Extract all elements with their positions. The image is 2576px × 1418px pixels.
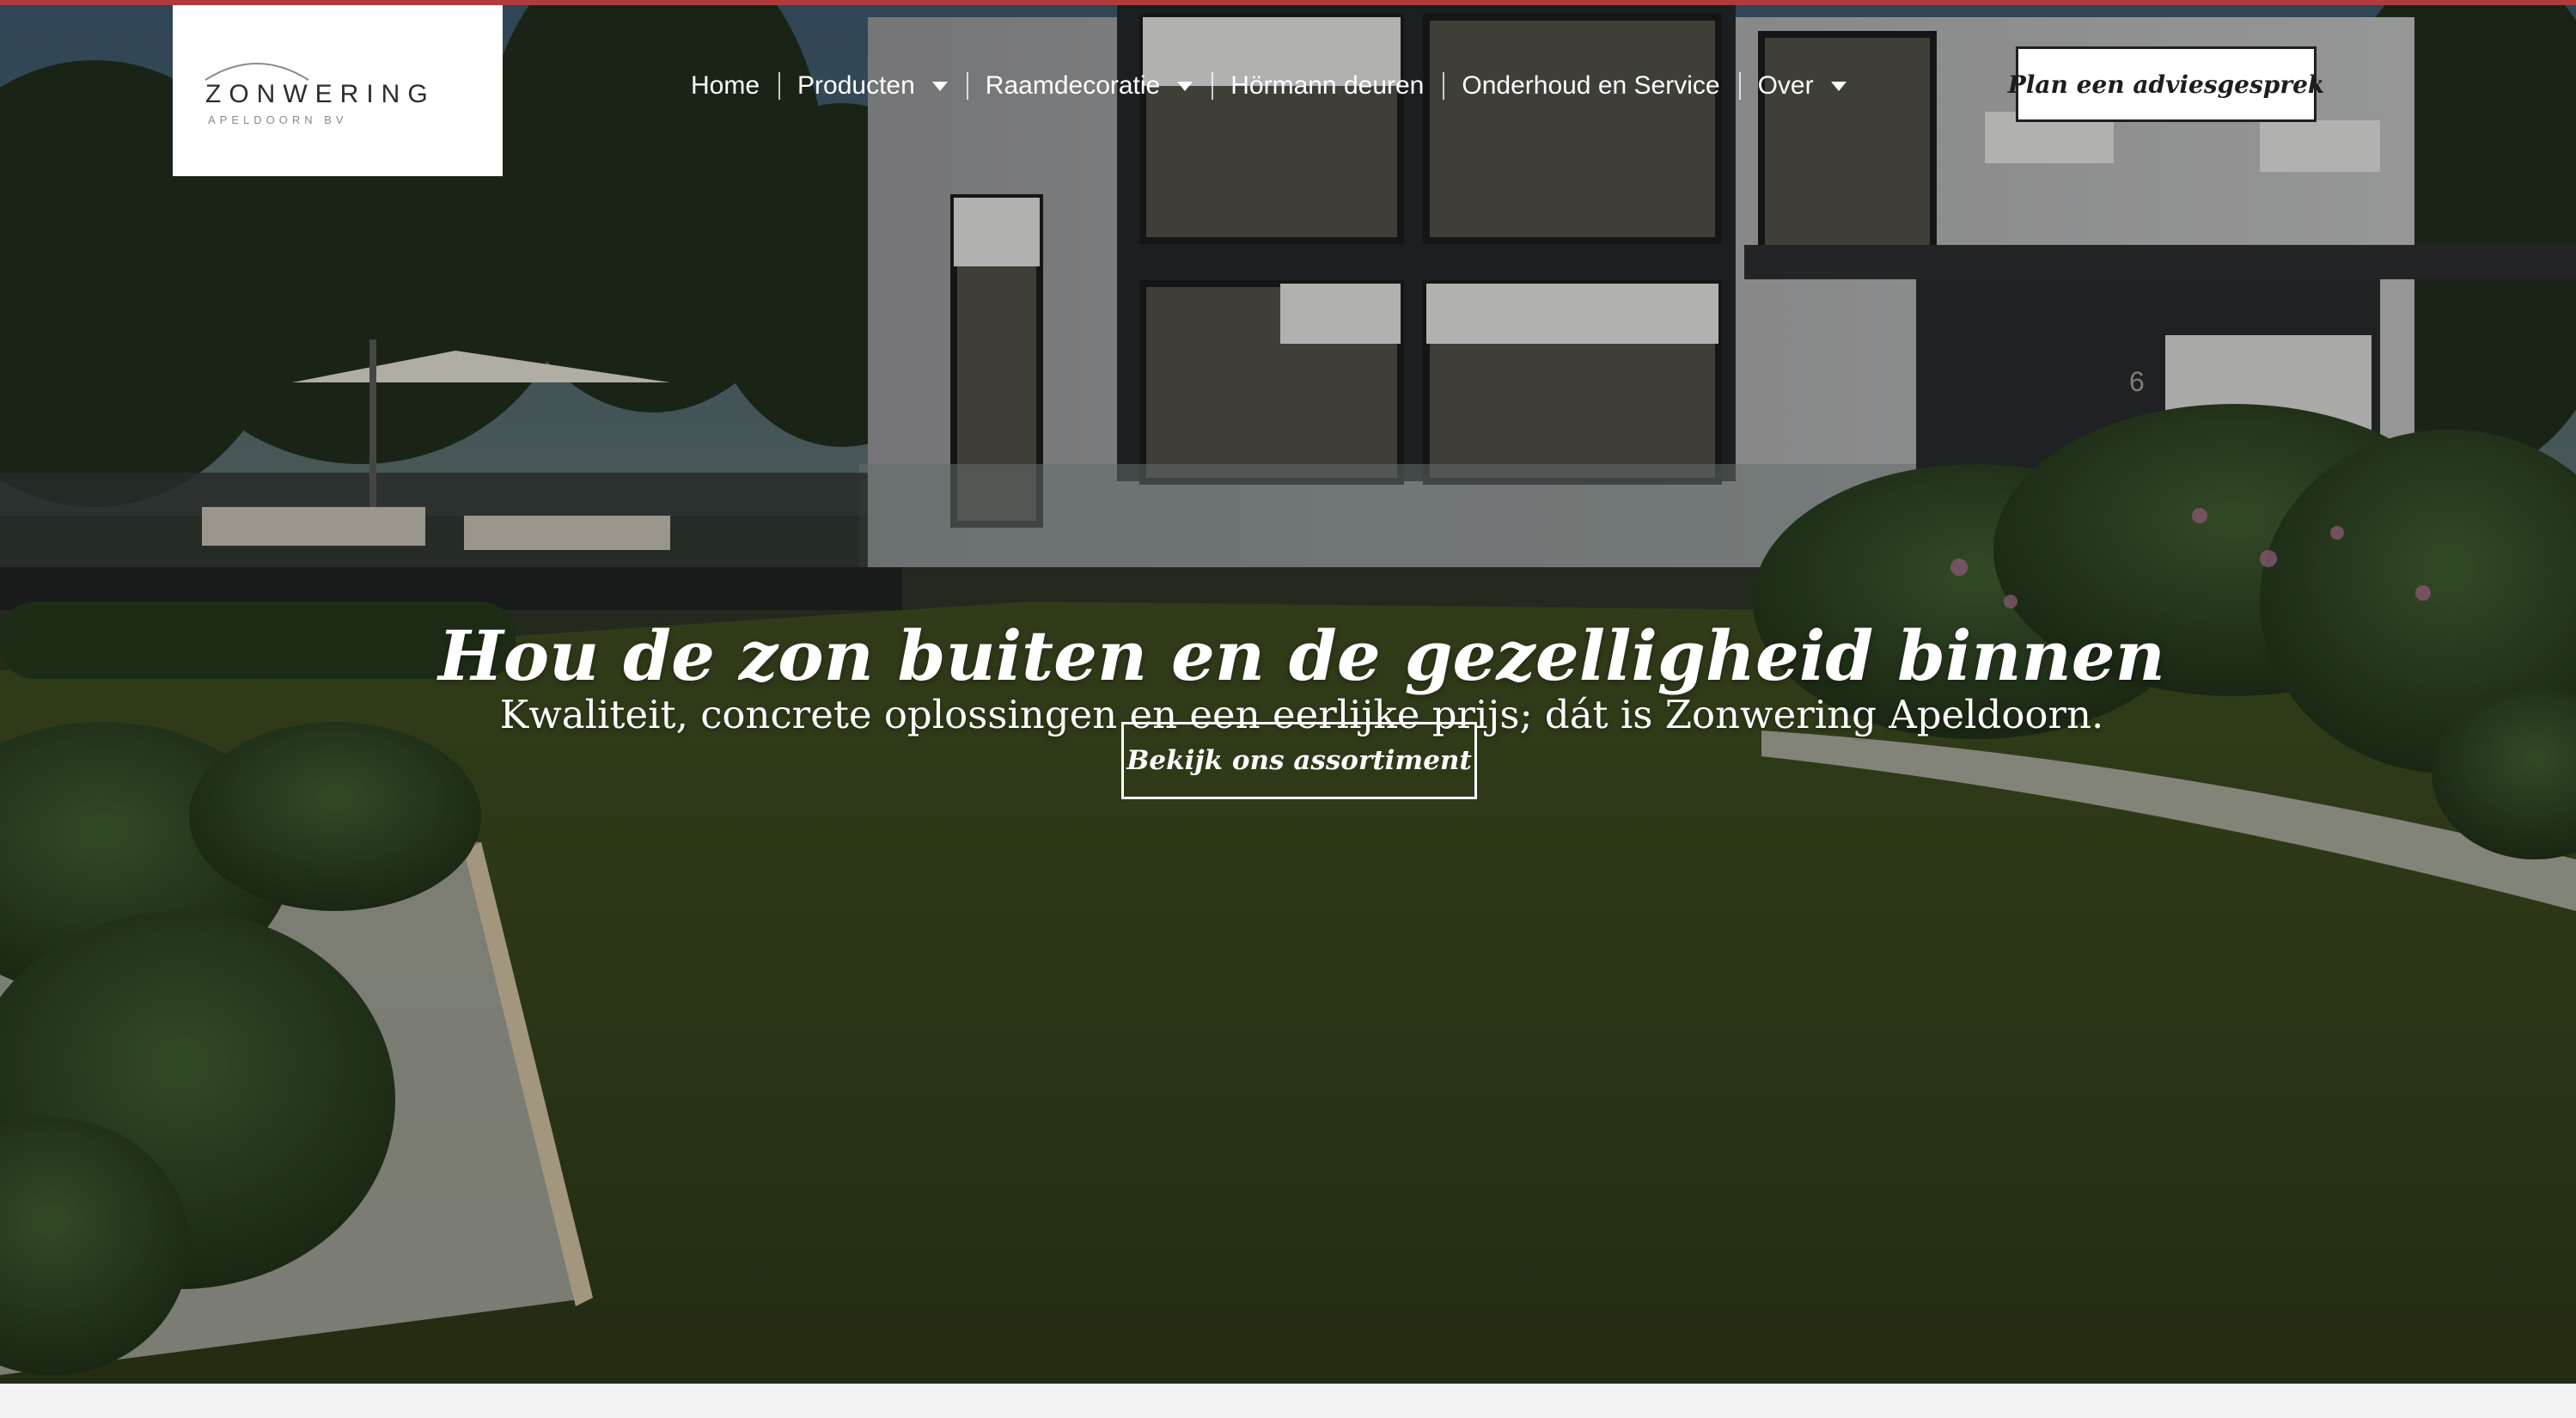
logo-arc-icon bbox=[204, 63, 309, 81]
nav-item-label: Hörmann deuren bbox=[1230, 71, 1425, 100]
nav-item-label: Producten bbox=[797, 71, 915, 100]
nav-item-label: Raamdecoratie bbox=[985, 71, 1161, 100]
chevron-down-icon bbox=[1177, 81, 1193, 91]
nav-item-label: Onderhoud en Service bbox=[1462, 71, 1720, 100]
nav-item-over[interactable]: Over bbox=[1738, 64, 1865, 108]
main-navigation: Home Producten Raamdecoratie Hörmann deu… bbox=[687, 64, 1865, 108]
chevron-down-icon bbox=[931, 81, 948, 91]
plan-adviesgesprek-button[interactable]: Plan een adviesgesprek bbox=[2008, 46, 2324, 122]
nav-item-label: Home bbox=[691, 71, 760, 100]
nav-item-hormann-deuren[interactable]: Hörmann deuren bbox=[1212, 64, 1443, 108]
nav-item-producten[interactable]: Producten bbox=[778, 64, 967, 108]
page-bottom-strip bbox=[0, 1384, 2576, 1418]
nav-item-onderhoud-en-service[interactable]: Onderhoud en Service bbox=[1443, 64, 1738, 108]
top-accent-line bbox=[0, 0, 2576, 5]
chevron-down-icon bbox=[1830, 81, 1847, 91]
site-logo[interactable]: ZONWERING APELDOORN BV bbox=[173, 4, 503, 176]
nav-item-label: Over bbox=[1757, 71, 1814, 100]
logo-subtext: APELDOORN BV bbox=[208, 113, 348, 126]
logo-wordmark: ZONWERING bbox=[205, 80, 436, 108]
bekijk-assortiment-button[interactable]: Bekijk ons assortiment bbox=[1121, 722, 1477, 799]
nav-item-home[interactable]: Home bbox=[687, 64, 778, 108]
nav-item-raamdecoratie[interactable]: Raamdecoratie bbox=[966, 64, 1212, 108]
